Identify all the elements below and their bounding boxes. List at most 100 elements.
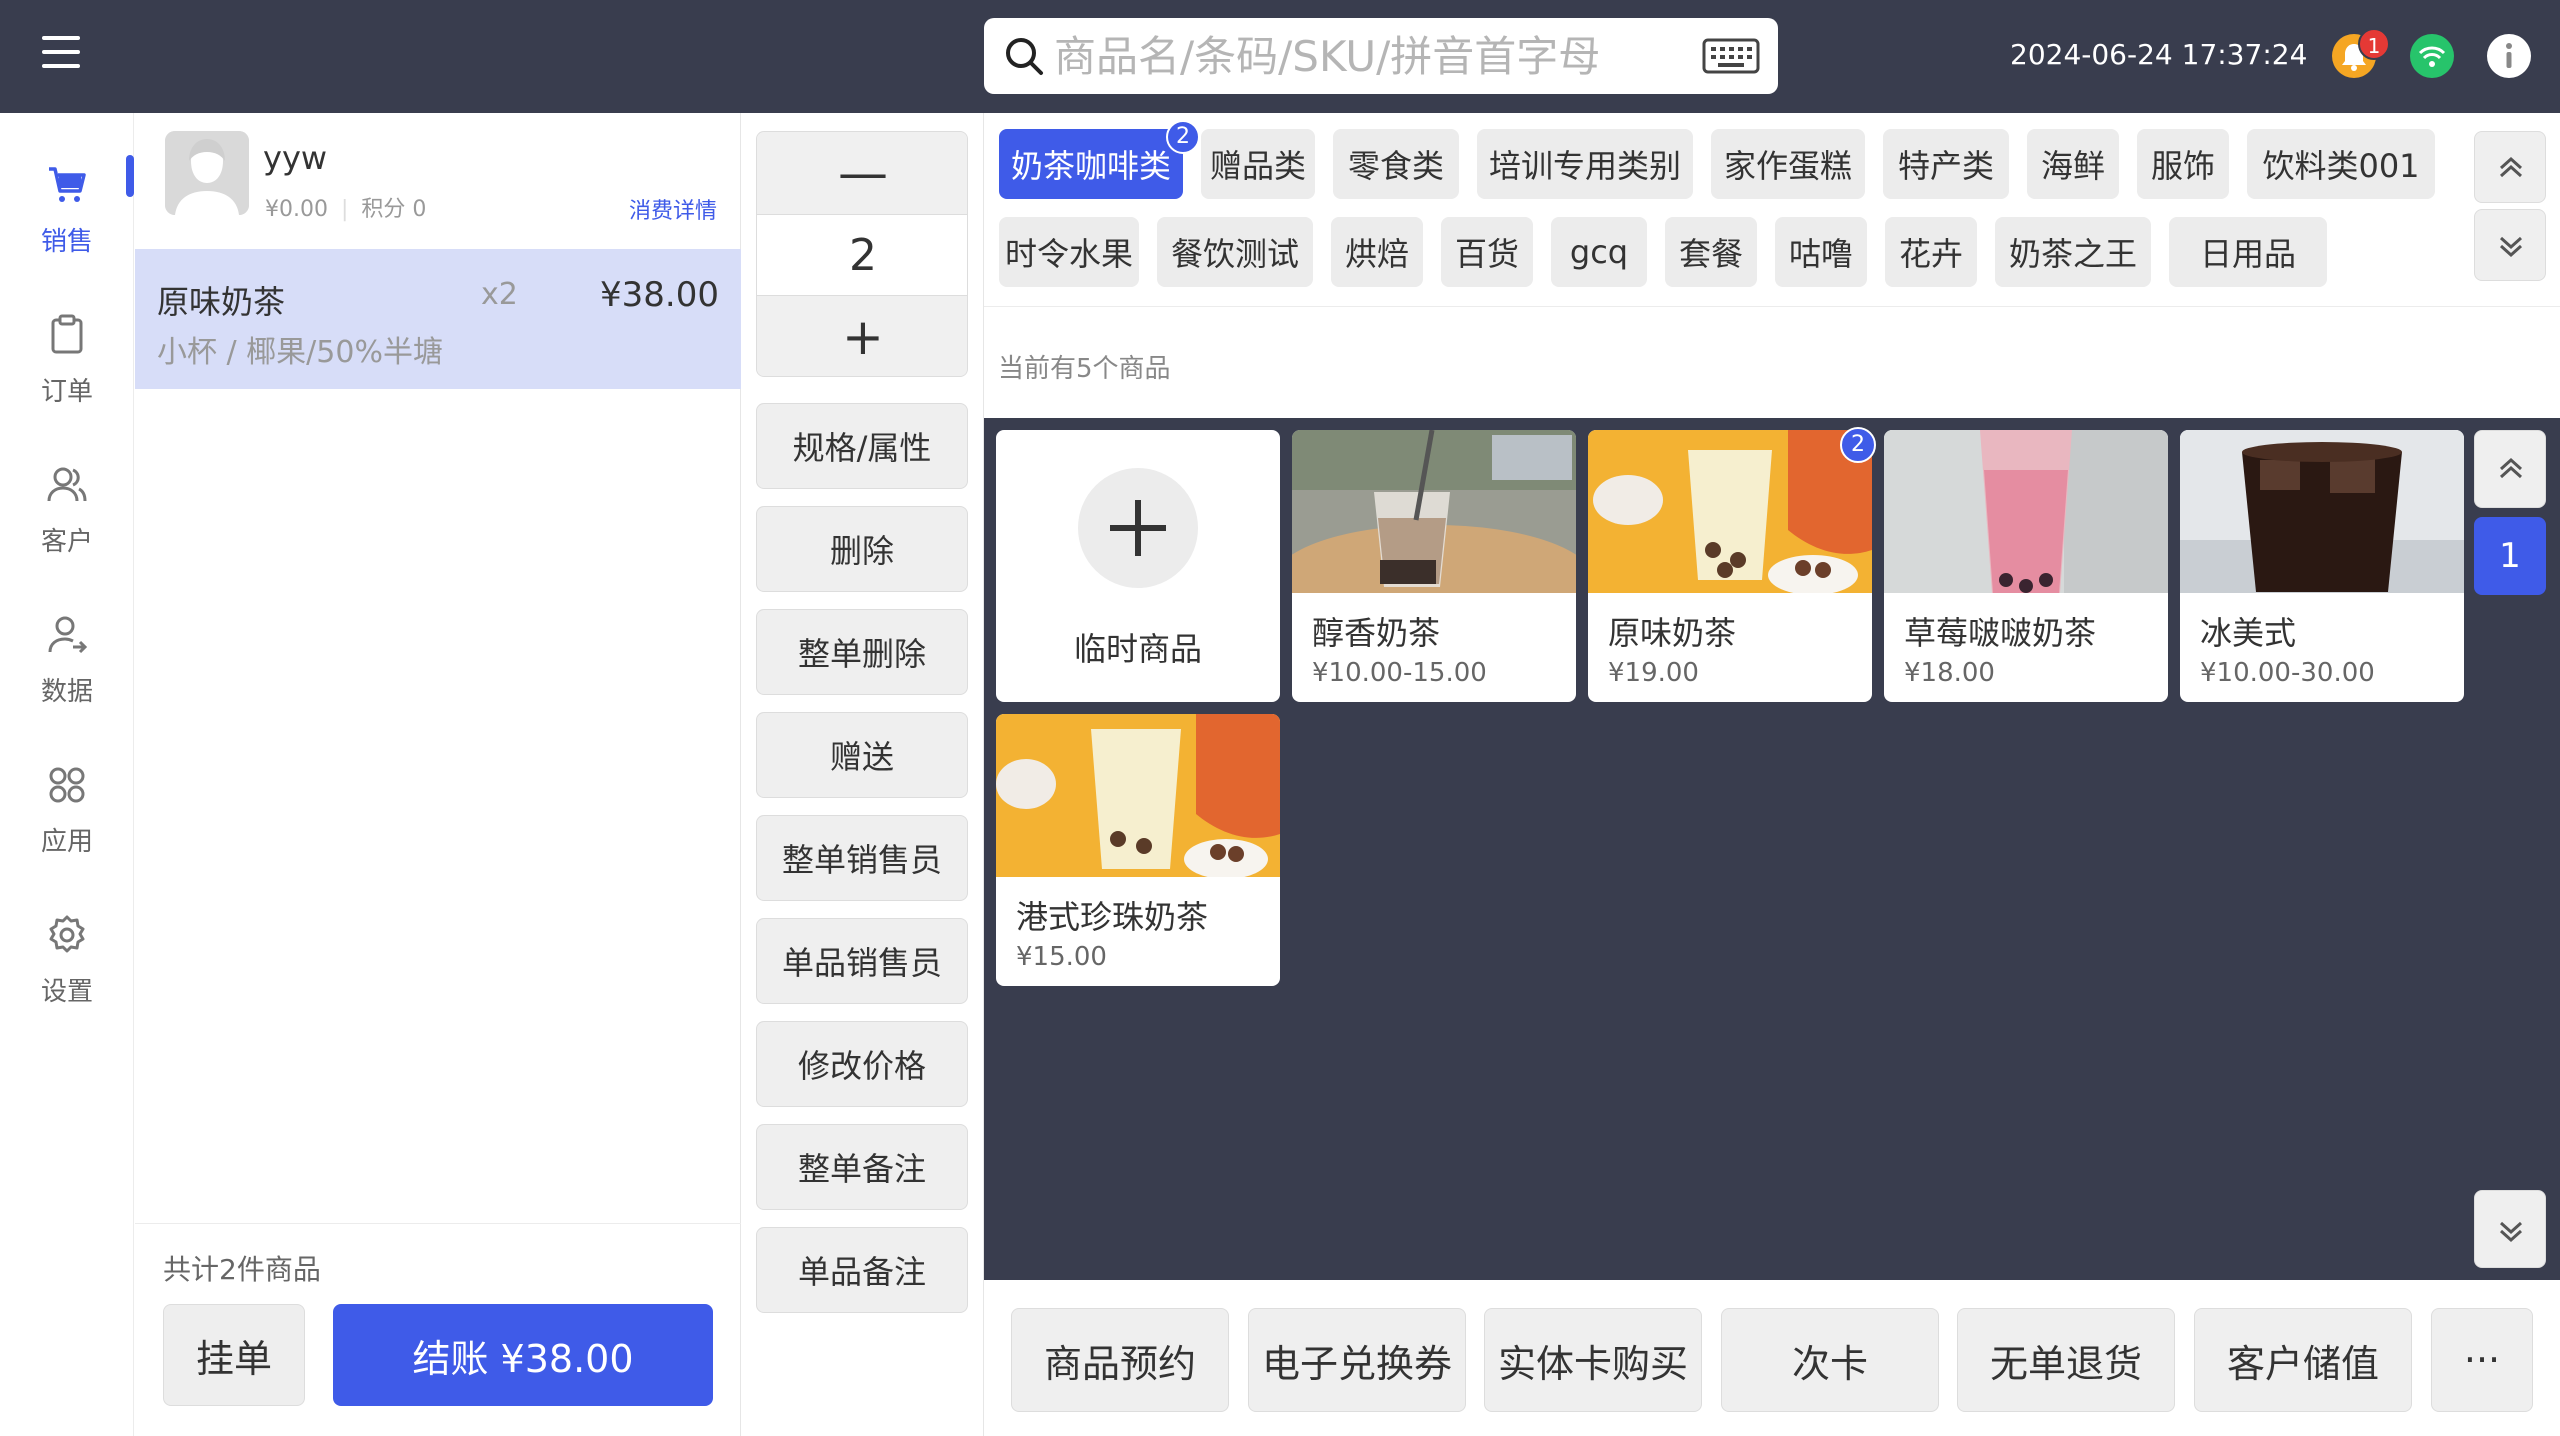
customer-meta: ¥0.00 | 积分 0 xyxy=(265,197,427,222)
nav-item-data[interactable]: 数据 xyxy=(0,593,134,723)
info-icon[interactable] xyxy=(2487,34,2531,78)
product-price: ¥15.00 xyxy=(1016,942,1107,972)
cart-item-price: ¥38.00 xyxy=(600,275,719,315)
category-tab[interactable]: 百货 xyxy=(1441,217,1533,287)
category-scroll-down-button[interactable] xyxy=(2474,209,2546,281)
customer-info[interactable]: yyw ¥0.00 | 积分 0 消费详情 xyxy=(135,113,741,247)
chevron-double-down-icon xyxy=(2499,1221,2523,1243)
top-bar: 2024-06-24 17:37:24 1 xyxy=(0,0,2560,113)
delete-button[interactable]: 删除 xyxy=(756,506,968,592)
product-name: 港式珍珠奶茶 xyxy=(1016,898,1209,936)
category-count-badge: 2 xyxy=(1166,120,1200,154)
product-card[interactable]: 冰美式 ¥10.00-30.00 xyxy=(2180,430,2464,702)
quantity-stepper: — 2 + xyxy=(756,131,968,377)
category-tab[interactable]: 培训专用类别 xyxy=(1477,129,1693,199)
checkout-button[interactable]: 结账 ¥38.00 xyxy=(333,1304,713,1406)
category-tab[interactable]: 奶茶之王 xyxy=(1995,217,2151,287)
product-card[interactable]: 原味奶茶 ¥19.00 xyxy=(1588,430,1872,702)
category-tab[interactable]: 时令水果 xyxy=(999,217,1139,287)
product-price: ¥10.00-30.00 xyxy=(2200,658,2375,688)
product-price: ¥10.00-15.00 xyxy=(1312,658,1487,688)
e-voucher-button[interactable]: 电子兑换券 xyxy=(1248,1308,1466,1412)
product-name: 冰美式 xyxy=(2200,614,2297,652)
product-price: ¥19.00 xyxy=(1608,658,1699,688)
search-box[interactable] xyxy=(984,18,1778,94)
category-tab[interactable]: 餐饮测试 xyxy=(1157,217,1313,287)
product-image xyxy=(1884,430,2168,593)
product-count-badge: 2 xyxy=(1840,427,1876,463)
product-count-bar: 当前有5个商品 xyxy=(984,308,2560,418)
cart-item-name: 原味奶茶 xyxy=(157,283,286,321)
category-tab[interactable]: gcq xyxy=(1551,217,1647,287)
product-grid: 临时商品 醇香奶茶 ¥10.00-15.00 原味奶茶 ¥19.00 草莓啵啵奶… xyxy=(984,418,2560,1280)
gift-button[interactable]: 赠送 xyxy=(756,712,968,798)
hold-order-button[interactable]: 挂单 xyxy=(163,1304,305,1406)
item-salesperson-button[interactable]: 单品销售员 xyxy=(756,918,968,1004)
wifi-icon[interactable] xyxy=(2410,34,2454,78)
category-scroll-up-button[interactable] xyxy=(2474,131,2546,203)
category-tab[interactable]: 饮料类001 xyxy=(2247,129,2435,199)
nav-item-sales[interactable]: 销售 xyxy=(0,143,134,273)
plus-icon xyxy=(1078,468,1198,588)
cart-footer: 共计2件商品 挂单 结账 ¥38.00 xyxy=(135,1223,741,1436)
cart-icon xyxy=(49,167,86,202)
bottom-action-bar: 商品预约 电子兑换券 实体卡购买 次卡 无单退货 客户储值 ··· xyxy=(984,1280,2560,1436)
keyboard-icon[interactable] xyxy=(1702,38,1760,74)
category-tab[interactable]: 赠品类 xyxy=(1201,129,1315,199)
page-number-button[interactable]: 1 xyxy=(2474,517,2546,595)
category-tab[interactable]: 服饰 xyxy=(2137,129,2229,199)
category-tab[interactable]: 花卉 xyxy=(1885,217,1977,287)
decrease-qty-button[interactable]: — xyxy=(757,132,967,214)
category-tab[interactable]: 海鲜 xyxy=(2027,129,2119,199)
category-tab[interactable]: 套餐 xyxy=(1665,217,1757,287)
times-card-button[interactable]: 次卡 xyxy=(1721,1308,1939,1412)
order-note-button[interactable]: 整单备注 xyxy=(756,1124,968,1210)
customer-points: 积分 0 xyxy=(361,197,427,222)
increase-qty-button[interactable]: + xyxy=(757,296,967,376)
order-salesperson-button[interactable]: 整单销售员 xyxy=(756,815,968,901)
category-tab[interactable]: 零食类 xyxy=(1333,129,1459,199)
page-down-button[interactable] xyxy=(2474,1190,2546,1268)
product-booking-button[interactable]: 商品预约 xyxy=(1011,1308,1229,1412)
category-bar: 奶茶咖啡类 赠品类 零食类 培训专用类别 家作蛋糕 特产类 海鲜 服饰 饮料类0… xyxy=(984,113,2560,307)
category-tab[interactable]: 奶茶咖啡类 xyxy=(999,129,1183,199)
nav-label: 设置 xyxy=(40,977,93,1007)
nav-label: 订单 xyxy=(40,377,93,407)
cart-item[interactable]: 原味奶茶 x2 ¥38.00 小杯 / 椰果/50%半塘 xyxy=(135,249,741,389)
left-nav: 销售 订单 客户 数据 应用 设置 xyxy=(0,113,134,1436)
cart-panel: yyw ¥0.00 | 积分 0 消费详情 原味奶茶 x2 ¥38.00 小杯 … xyxy=(135,113,741,1436)
chevron-double-down-icon xyxy=(2499,236,2523,258)
page-up-button[interactable] xyxy=(2474,430,2546,508)
notification-badge: 1 xyxy=(2358,28,2390,60)
category-tab[interactable]: 特产类 xyxy=(1883,129,2009,199)
product-name: 原味奶茶 xyxy=(1608,614,1737,652)
product-card[interactable]: 港式珍珠奶茶 ¥15.00 xyxy=(996,714,1280,986)
nav-item-settings[interactable]: 设置 xyxy=(0,893,134,1023)
product-card[interactable]: 醇香奶茶 ¥10.00-15.00 xyxy=(1292,430,1576,702)
temp-product-card[interactable]: 临时商品 xyxy=(996,430,1280,702)
menu-icon[interactable] xyxy=(42,36,80,68)
return-without-order-button[interactable]: 无单退货 xyxy=(1957,1308,2175,1412)
category-tab[interactable]: 咕噜 xyxy=(1775,217,1867,287)
search-input[interactable] xyxy=(1052,28,1652,84)
product-name: 草莓啵啵奶茶 xyxy=(1904,614,2097,652)
delete-order-button[interactable]: 整单删除 xyxy=(756,609,968,695)
nav-item-apps[interactable]: 应用 xyxy=(0,743,134,873)
product-name: 醇香奶茶 xyxy=(1312,614,1441,652)
nav-label: 应用 xyxy=(40,827,93,857)
category-tab[interactable]: 日用品 xyxy=(2169,217,2327,287)
category-tab[interactable]: 家作蛋糕 xyxy=(1711,129,1865,199)
nav-item-customers[interactable]: 客户 xyxy=(0,443,134,573)
nav-item-orders[interactable]: 订单 xyxy=(0,293,134,423)
more-button[interactable]: ··· xyxy=(2431,1308,2533,1412)
customer-detail-link[interactable]: 消费详情 xyxy=(629,193,717,225)
spec-attr-button[interactable]: 规格/属性 xyxy=(756,403,968,489)
item-note-button[interactable]: 单品备注 xyxy=(756,1227,968,1313)
physical-card-button[interactable]: 实体卡购买 xyxy=(1484,1308,1702,1412)
edit-price-button[interactable]: 修改价格 xyxy=(756,1021,968,1107)
cart-total-text: 共计2件商品 xyxy=(163,1253,321,1286)
customer-deposit-button[interactable]: 客户储值 xyxy=(2194,1308,2412,1412)
category-tab[interactable]: 烘焙 xyxy=(1331,217,1423,287)
product-card[interactable]: 草莓啵啵奶茶 ¥18.00 xyxy=(1884,430,2168,702)
user-data-icon xyxy=(48,616,88,654)
